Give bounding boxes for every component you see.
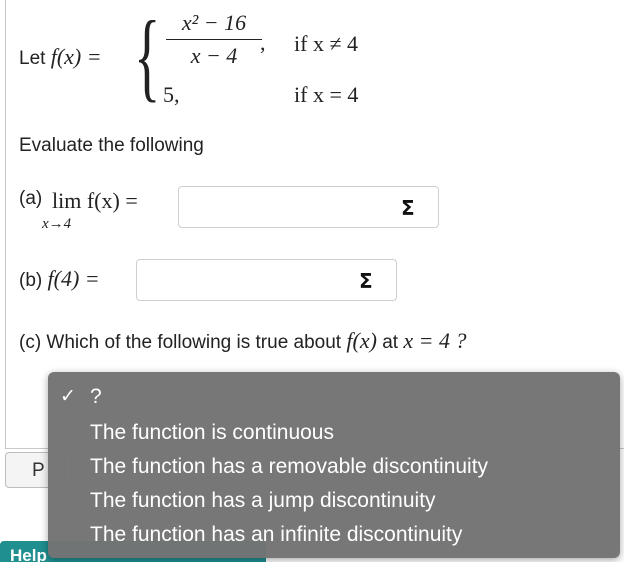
- sigma-icon[interactable]: Σ: [401, 196, 415, 220]
- dropdown-option[interactable]: The function has a jump discontinuity: [90, 489, 436, 513]
- limit-expression: lim f(x) =: [52, 188, 138, 213]
- dropdown-option[interactable]: The function is continuous: [90, 421, 334, 445]
- dropdown-option[interactable]: ?: [90, 385, 102, 409]
- limit-subscript: x→4: [42, 216, 72, 232]
- instructions: Evaluate the following: [19, 135, 204, 156]
- fraction-bar: [166, 39, 262, 40]
- condition-1: if x ≠ 4: [294, 31, 359, 56]
- dropdown-option[interactable]: The function has an infinite discontinui…: [90, 523, 462, 547]
- fraction-numerator: x² − 16: [181, 10, 247, 35]
- answer-dropdown-menu[interactable]: ✓ ? The function is continuous The funct…: [48, 372, 620, 558]
- part-b-expression: f(4) =: [47, 266, 100, 291]
- fraction-denominator: x − 4: [190, 43, 238, 68]
- fx-label: f(x) =: [50, 44, 102, 69]
- part-b-answer-input[interactable]: Σ: [136, 259, 397, 301]
- part-b-label: (b) f(4) =: [19, 266, 100, 291]
- left-brace: {: [134, 0, 161, 111]
- fraction: x² − 16 x − 4: [166, 10, 262, 69]
- sigma-icon[interactable]: Σ: [359, 269, 373, 293]
- part-a-answer-input[interactable]: Σ: [178, 186, 439, 228]
- check-icon: ✓: [60, 386, 76, 407]
- part-a-label: (a): [19, 188, 43, 209]
- case2-value: 5,: [163, 82, 180, 107]
- condition-2: if x = 4: [294, 82, 359, 107]
- part-c-question: (c) Which of the following is true about…: [19, 328, 467, 353]
- dropdown-option[interactable]: The function has a removable discontinui…: [90, 455, 488, 479]
- case1-comma: ,: [260, 30, 266, 55]
- definition-label: Let f(x) =: [19, 44, 102, 69]
